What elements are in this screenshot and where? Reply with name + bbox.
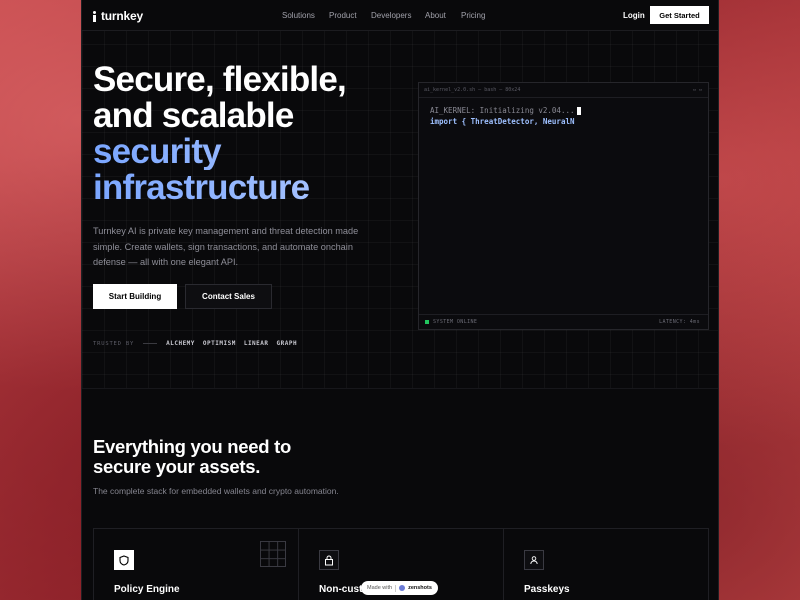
badge-prefix: Made with xyxy=(367,585,393,591)
nav-link-solutions[interactable]: Solutions xyxy=(282,11,315,20)
nav-link-developers[interactable]: Developers xyxy=(371,11,411,20)
terminal-latency: LATENCY: 4ms xyxy=(659,319,700,325)
login-link[interactable]: Login xyxy=(623,11,645,20)
user-icon xyxy=(524,550,544,570)
made-with-badge[interactable]: Made with zenshots xyxy=(361,581,438,595)
hero-title-accent-1: security xyxy=(93,134,393,170)
hero-title-line-1: Secure, flexible, xyxy=(93,60,347,99)
trusted-logo-graph: GRAPH xyxy=(276,340,298,347)
features-subtitle: The complete stack for embedded wallets … xyxy=(93,486,339,496)
feature-card-title: Passkeys xyxy=(524,584,570,595)
hero-title-line-2: and scalable xyxy=(93,96,294,135)
lock-icon xyxy=(319,550,339,570)
trusted-logo-alchemy: ALCHEMY xyxy=(166,340,195,347)
contact-sales-button[interactable]: Contact Sales xyxy=(185,284,272,309)
terminal-status: SYSTEM ONLINE xyxy=(425,319,477,325)
terminal-line-1: AI_KERNEL: Initializing v2.04... xyxy=(430,105,581,116)
status-online-icon xyxy=(425,320,429,324)
feature-card-policy-engine[interactable]: Policy Engine xyxy=(94,529,299,600)
trusted-logo-linear: LINEAR xyxy=(243,340,269,347)
nav-link-about[interactable]: About xyxy=(425,11,446,20)
terminal-window: ai_kernel_v2.0.sh — bash — 80x24 ▭ ▭ AI_… xyxy=(418,82,709,330)
start-building-button[interactable]: Start Building xyxy=(93,284,177,309)
feature-card-passkeys[interactable]: Passkeys xyxy=(504,529,708,600)
top-nav: turnkey Solutions Product Developers Abo… xyxy=(82,0,718,31)
hero-title-accent-2: infrastructure xyxy=(93,170,393,206)
brand-logo[interactable]: turnkey xyxy=(92,9,143,23)
turnkey-logo-icon xyxy=(92,10,98,22)
page-frame: turnkey Solutions Product Developers Abo… xyxy=(81,0,719,600)
terminal-header: ai_kernel_v2.0.sh — bash — 80x24 ▭ ▭ xyxy=(419,83,708,98)
nav-link-pricing[interactable]: Pricing xyxy=(461,11,485,20)
terminal-line-1-text: AI_KERNEL: Initializing v2.04... xyxy=(430,106,575,115)
section-divider xyxy=(82,388,718,389)
terminal-line-2: import { ThreatDetector, NeuralN xyxy=(430,117,575,126)
trusted-divider xyxy=(143,343,158,344)
get-started-button[interactable]: Get Started xyxy=(650,6,709,24)
brand-name: turnkey xyxy=(101,9,143,23)
shield-icon xyxy=(114,550,134,570)
feature-card-title: Policy Engine xyxy=(114,584,180,595)
hero-description: Turnkey AI is private key management and… xyxy=(93,226,359,267)
terminal-window-controls-icon[interactable]: ▭ ▭ xyxy=(693,87,702,93)
trusted-by-row: TRUSTED BY ALCHEMY OPTIMISM LINEAR GRAPH xyxy=(93,340,305,347)
terminal-cursor xyxy=(576,106,581,115)
hero-title: Secure, flexible, and scalable security … xyxy=(93,62,393,206)
grid-decoration xyxy=(260,541,286,567)
terminal-footer: SYSTEM ONLINE LATENCY: 4ms xyxy=(419,314,708,329)
terminal-title: ai_kernel_v2.0.sh — bash — 80x24 xyxy=(424,87,521,93)
trusted-logo-optimism: OPTIMISM xyxy=(202,340,236,347)
terminal-body: AI_KERNEL: Initializing v2.04... import … xyxy=(430,105,581,127)
badge-brand: zenshots xyxy=(408,585,432,591)
terminal-status-text: SYSTEM ONLINE xyxy=(433,319,478,325)
features-title: Everything you need to secure your asset… xyxy=(93,436,291,477)
nav-link-product[interactable]: Product xyxy=(329,11,357,20)
badge-separator xyxy=(395,584,397,592)
zenshots-logo-icon xyxy=(399,585,406,591)
trusted-by-label: TRUSTED BY xyxy=(93,340,135,347)
